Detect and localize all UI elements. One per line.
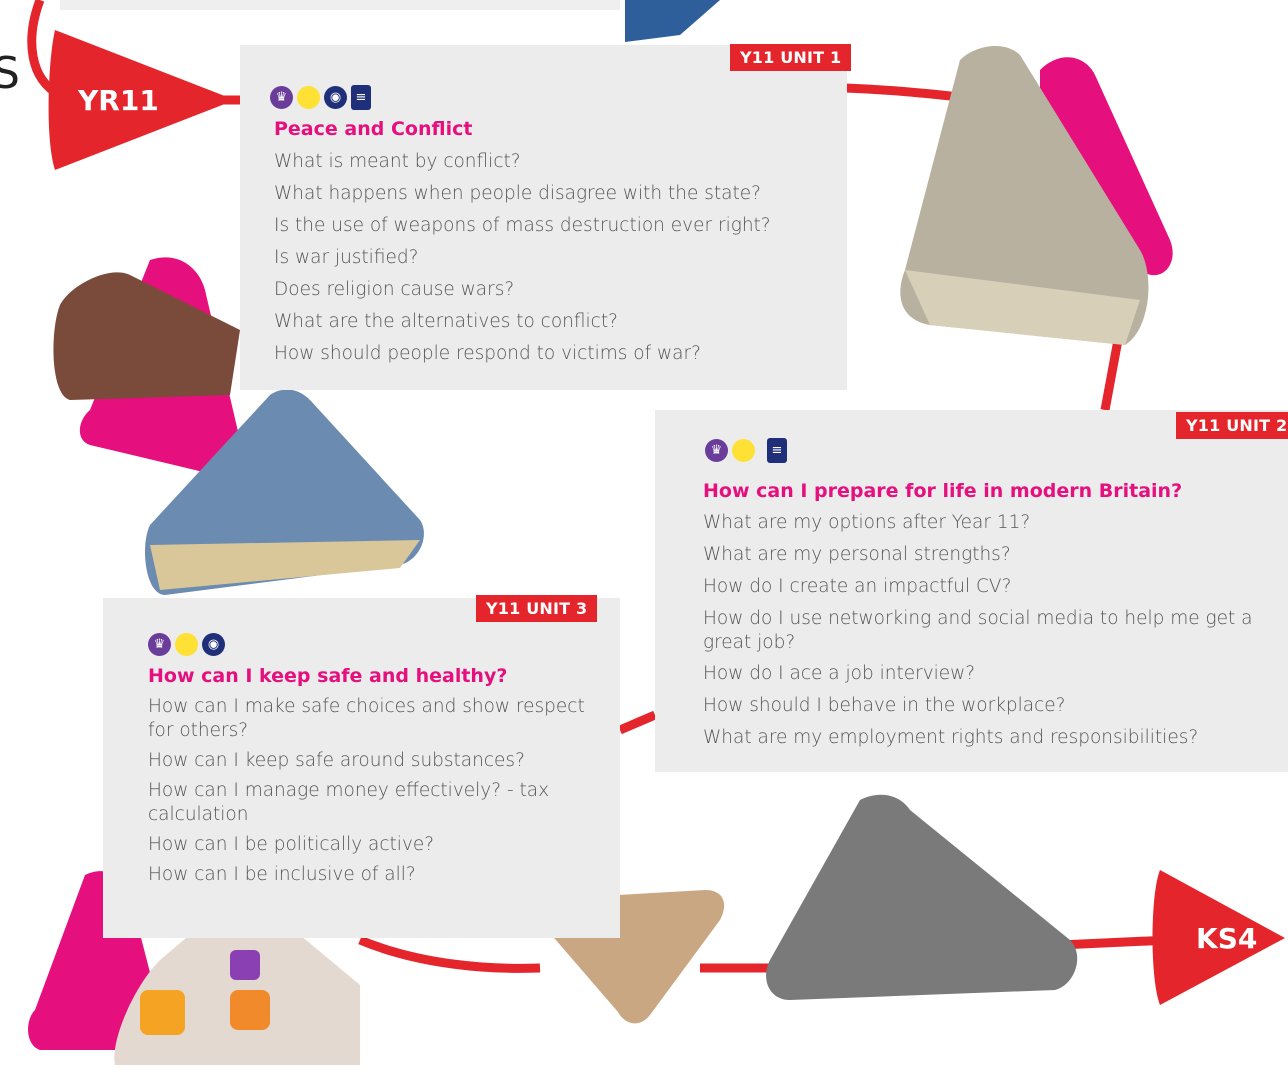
list-item: What are my options after Year 11?: [703, 512, 1031, 533]
unit-2-tag: Y11 UNIT 2: [1176, 412, 1288, 439]
citizenship-icon: ♛: [270, 86, 293, 109]
unit-2-questions: What are my options after Year 11? What …: [703, 511, 1263, 750]
unit-3-title: How can I keep safe and healthy?: [148, 665, 508, 687]
road-path-segment: [618, 710, 657, 735]
yellow-dot-icon: [732, 439, 755, 462]
citizenship-icon: ♛: [705, 439, 728, 462]
dice-purple: [230, 950, 260, 980]
unit-1-icons: ♛ ◉ ≡: [270, 85, 371, 110]
yr11-label: YR11: [78, 84, 159, 117]
yellow-dot-icon: [297, 86, 320, 109]
list-item: What are my employment rights and respon…: [703, 727, 1199, 748]
unit-1-title: Peace and Conflict: [274, 118, 473, 140]
unit-3-tag: Y11 UNIT 3: [476, 595, 598, 622]
photo-students-jumping: [53, 272, 240, 400]
road-path-segment: [358, 935, 541, 973]
unit-1-tag: Y11 UNIT 1: [730, 44, 852, 71]
list-item: What are my personal strengths?: [703, 544, 1011, 565]
road-path-segment: [1100, 339, 1123, 411]
top-strip: [60, 0, 620, 10]
unit-2-icons: ♛ ≡: [705, 438, 787, 463]
document-icon: ≡: [351, 85, 371, 110]
list-item: How do I ace a job interview?: [703, 663, 976, 684]
globe-icon: ◉: [202, 633, 225, 656]
list-item: What is meant by conflict?: [274, 151, 521, 172]
list-item: How do I use networking and social media…: [703, 608, 1253, 653]
citizenship-icon: ♛: [148, 633, 171, 656]
list-item: What happens when people disagree with t…: [274, 183, 761, 204]
list-item: How do I create an impactful CV?: [703, 576, 1012, 597]
photo-beach-sand: [150, 540, 420, 590]
list-item: Does religion cause wars?: [274, 279, 515, 300]
list-item: How can I keep safe around substances?: [148, 750, 525, 771]
partial-heading-letter: S: [0, 48, 20, 99]
list-item: How can I be politically active?: [148, 834, 435, 855]
list-item: How should people respond to victims of …: [274, 343, 701, 364]
list-item: Is the use of weapons of mass destructio…: [274, 215, 771, 236]
unit-1-questions: What is meant by conflict? What happens …: [274, 150, 844, 366]
list-item: How should I behave in the workplace?: [703, 695, 1066, 716]
document-icon: ≡: [767, 438, 787, 463]
globe-icon: ◉: [324, 86, 347, 109]
unit-2-title: How can I prepare for life in modern Bri…: [703, 480, 1183, 502]
list-item: How can I manage money effectively? - ta…: [148, 780, 550, 825]
ks4-label: KS4: [1196, 922, 1258, 955]
list-item: How can I make safe choices and show res…: [148, 696, 585, 741]
unit-3-icons: ♛ ◉: [148, 633, 225, 656]
list-item: Is war justified?: [274, 247, 419, 268]
list-item: What are the alternatives to conflict?: [274, 311, 618, 332]
photo-assembly-hall: [766, 794, 1078, 1000]
dice-orange: [140, 990, 185, 1035]
photo-fragment-top: [625, 0, 720, 42]
dice-orange-2: [230, 990, 270, 1030]
unit-3-questions: How can I make safe choices and show res…: [148, 695, 598, 887]
yellow-dot-icon: [175, 633, 198, 656]
list-item: How can I be inclusive of all?: [148, 864, 416, 885]
